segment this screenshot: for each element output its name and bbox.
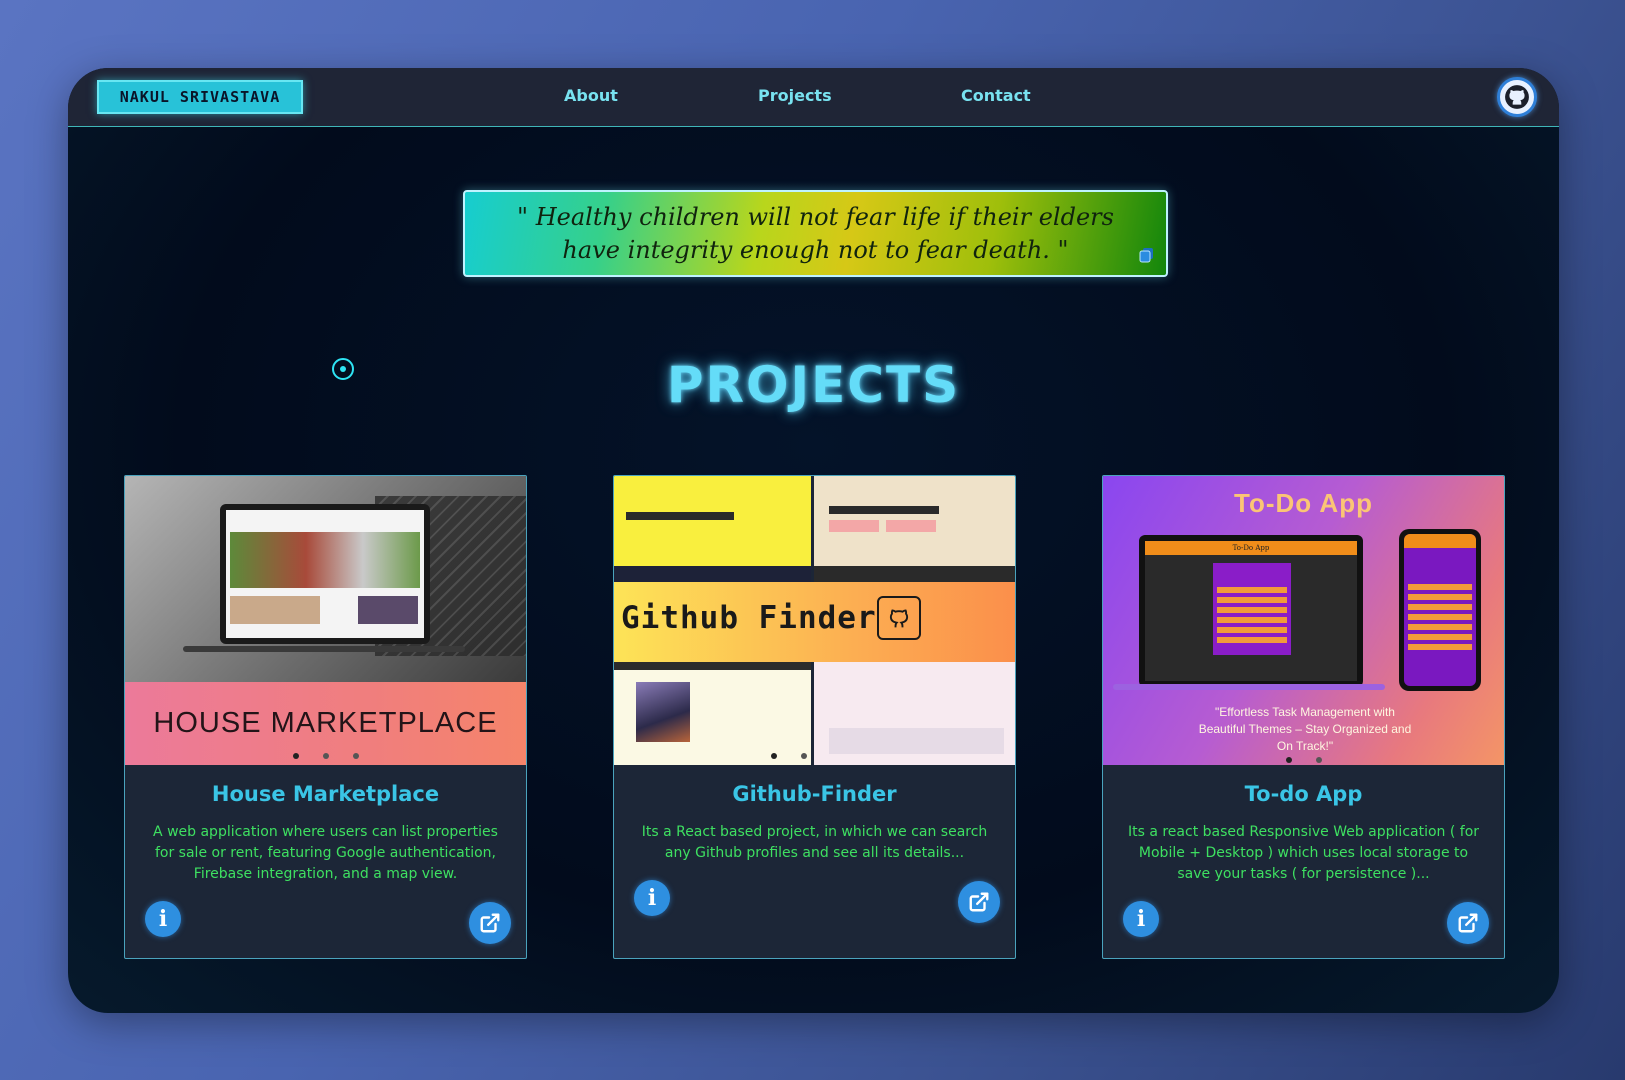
copy-icon[interactable] bbox=[1139, 247, 1155, 263]
project-thumbnail[interactable]: To-Do App To-Do App "Effortless Task Man… bbox=[1103, 476, 1504, 765]
nav-contact[interactable]: Contact bbox=[961, 86, 1031, 105]
info-icon: i bbox=[158, 906, 168, 932]
external-link-icon bbox=[969, 892, 989, 912]
project-card-house-marketplace: HOUSE MARKETPLACE House Marketplace A we… bbox=[124, 475, 527, 959]
carousel-dots[interactable] bbox=[614, 753, 1015, 759]
info-icon: i bbox=[1136, 906, 1146, 932]
thumbnail-tagline: "Effortless Task Management with Beautif… bbox=[1198, 705, 1412, 753]
project-card-github-finder: Github Finder Github-Finder Its a React … bbox=[613, 475, 1016, 959]
github-icon bbox=[1505, 85, 1529, 109]
carousel-dots[interactable] bbox=[1103, 757, 1504, 763]
github-octocat-icon bbox=[877, 596, 921, 640]
info-button[interactable]: i bbox=[1123, 901, 1159, 937]
project-description: Its a React based project, in which we c… bbox=[641, 824, 988, 861]
project-title: To-do App bbox=[1244, 782, 1363, 806]
section-title: PROJECTS bbox=[666, 356, 961, 414]
quote-text: " Healthy children will not fear life if… bbox=[517, 202, 1114, 264]
quote-banner: " Healthy children will not fear life if… bbox=[463, 190, 1168, 277]
project-title: House Marketplace bbox=[211, 782, 440, 806]
info-button[interactable]: i bbox=[634, 880, 670, 916]
brand-logo[interactable]: NAKUL SRIVASTAVA bbox=[97, 80, 303, 114]
project-title: Github-Finder bbox=[732, 782, 897, 806]
portfolio-window: NAKUL SRIVASTAVA About Projects Contact … bbox=[68, 68, 1559, 1013]
external-link-icon bbox=[480, 913, 500, 933]
external-link-icon bbox=[1458, 913, 1478, 933]
carousel-dots[interactable] bbox=[125, 753, 526, 759]
thumbnail-banner: Github Finder bbox=[621, 600, 877, 636]
nav-projects[interactable]: Projects bbox=[758, 86, 832, 105]
project-description: Its a react based Responsive Web applica… bbox=[1127, 824, 1480, 882]
open-link-button[interactable] bbox=[1447, 902, 1489, 944]
github-link-button[interactable] bbox=[1497, 77, 1537, 117]
project-thumbnail[interactable]: HOUSE MARKETPLACE bbox=[125, 476, 526, 765]
info-button[interactable]: i bbox=[145, 901, 181, 937]
nav-about[interactable]: About bbox=[564, 86, 618, 105]
navbar: NAKUL SRIVASTAVA About Projects Contact bbox=[68, 68, 1559, 127]
open-link-button[interactable] bbox=[469, 902, 511, 944]
project-card-todo-app: To-Do App To-Do App "Effortless Task Man… bbox=[1102, 475, 1505, 959]
project-description: A web application where users can list p… bbox=[153, 824, 498, 882]
project-thumbnail[interactable]: Github Finder bbox=[614, 476, 1015, 765]
thumbnail-banner: To-Do App bbox=[1234, 488, 1373, 518]
open-link-button[interactable] bbox=[958, 881, 1000, 923]
info-icon: i bbox=[647, 885, 657, 911]
app-screen-title: To-Do App bbox=[1145, 541, 1357, 555]
